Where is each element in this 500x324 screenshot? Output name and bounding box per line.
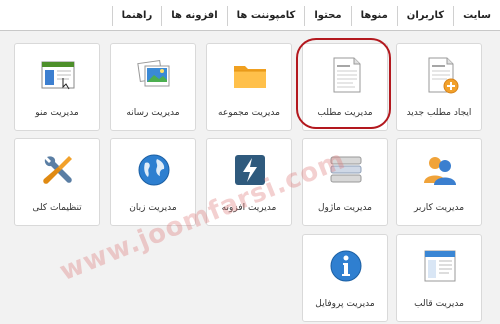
new-article-icon — [421, 56, 459, 94]
menu-window-icon — [39, 56, 77, 94]
globe-icon — [135, 151, 173, 189]
template-icon — [421, 247, 459, 285]
tile-label: مدیریت رسانه — [126, 108, 180, 118]
top-menu: سایت کاربران منوها محتوا کامپوننت ها افز… — [111, 6, 500, 26]
tile-label: مدیریت قالب — [414, 299, 464, 309]
tile-label: مدیریت مجموعه — [218, 108, 280, 118]
menu-item-extensions[interactable]: افزونه ها — [161, 6, 226, 26]
highlight-circle — [296, 38, 391, 129]
tile-label: ایجاد مطلب جدید — [406, 108, 472, 118]
tile-label: مدیریت منو — [35, 108, 79, 118]
tile-label: مدیریت کاربر — [413, 203, 465, 213]
folder-icon — [231, 56, 269, 94]
tile-new-article[interactable]: ایجاد مطلب جدید — [396, 43, 482, 131]
menu-item-site[interactable]: سایت — [453, 6, 500, 26]
tile-menu-manager[interactable]: مدیریت منو — [14, 43, 100, 131]
tile-category-manager[interactable]: مدیریت مجموعه — [206, 43, 292, 131]
tile-label: مدیریت پروفایل — [315, 299, 375, 309]
tile-profile[interactable]: مدیریت پروفایل — [302, 234, 388, 322]
tile-label: مدیریت ماژول — [317, 203, 372, 213]
tile-media-manager[interactable]: مدیریت رسانه — [110, 43, 196, 131]
menu-item-menus[interactable]: منوها — [350, 6, 397, 26]
media-photos-icon — [135, 56, 173, 94]
tile-label: تنظیمات کلی — [32, 203, 82, 213]
tools-icon — [39, 151, 77, 189]
info-icon — [327, 247, 365, 285]
tile-user-manager[interactable]: مدیریت کاربر — [396, 138, 482, 226]
control-panel: ایجاد مطلب جدید مدیریت مطلب مدیریت مجموع… — [0, 31, 500, 324]
users-icon — [421, 151, 459, 189]
tile-global-configuration[interactable]: تنظیمات کلی — [14, 138, 100, 226]
menu-item-users[interactable]: کاربران — [396, 6, 453, 26]
menu-item-help[interactable]: راهنما — [111, 6, 162, 26]
menu-item-components[interactable]: کامپوننت ها — [226, 6, 305, 26]
menu-item-content[interactable]: محتوا — [304, 6, 350, 26]
top-menu-bar: سایت کاربران منوها محتوا کامپوننت ها افز… — [0, 0, 500, 31]
tile-template-manager[interactable]: مدیریت قالب — [396, 234, 482, 322]
